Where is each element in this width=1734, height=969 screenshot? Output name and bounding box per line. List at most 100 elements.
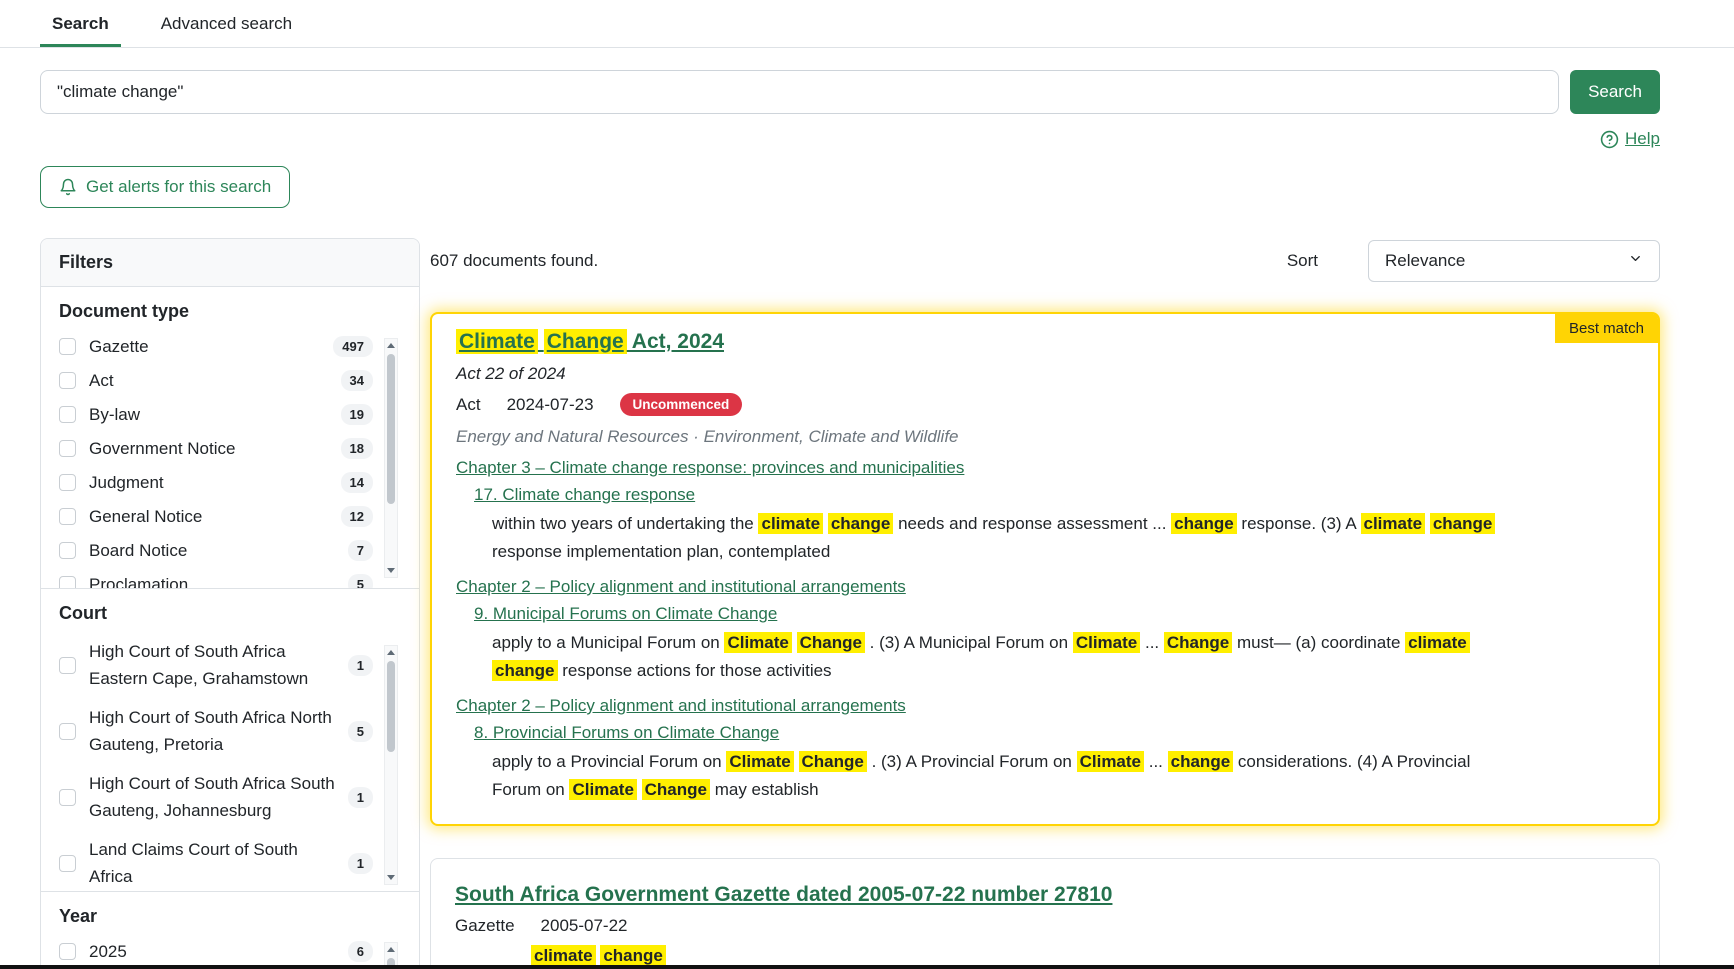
snippet-text: apply to a Municipal Forum on Climate Ch…	[492, 629, 1497, 685]
search-term-highlight: climate	[1405, 632, 1470, 653]
filter-option-board-notice[interactable]: Board Notice 7	[59, 540, 401, 561]
get-alerts-button[interactable]: Get alerts for this search	[40, 166, 290, 208]
search-term-highlight: change	[1430, 513, 1496, 534]
count-badge: 18	[341, 438, 373, 459]
tab-bar: Search Advanced search	[0, 0, 1734, 48]
search-term-highlight: change	[492, 660, 558, 681]
tab-search[interactable]: Search	[52, 14, 109, 34]
scroll-track[interactable]	[385, 659, 397, 871]
scroll-track[interactable]	[385, 352, 397, 564]
checkbox[interactable]	[59, 723, 76, 740]
search-term-highlight: Climate	[1077, 751, 1144, 772]
results-area: 607 documents found. Sort Relevance Best…	[430, 240, 1660, 969]
provision-link[interactable]: 17. Climate change response	[474, 485, 695, 504]
provision-link[interactable]: 9. Municipal Forums on Climate Change	[474, 604, 777, 623]
filter-option-by-law[interactable]: By-law 19	[59, 404, 401, 425]
court-scrollbar[interactable]	[384, 645, 398, 885]
scroll-thumb[interactable]	[387, 661, 395, 752]
filter-option-year-2025[interactable]: 2025 6	[59, 941, 401, 962]
scroll-down-icon[interactable]	[385, 871, 397, 884]
sort-label: Sort	[1287, 251, 1318, 271]
search-term-highlight: climate	[1361, 513, 1426, 534]
checkbox[interactable]	[59, 542, 76, 559]
document-type-scrollbar[interactable]	[384, 338, 398, 578]
count-badge: 12	[341, 506, 373, 527]
count-badge: 5	[348, 721, 373, 742]
checkbox[interactable]	[59, 657, 76, 674]
result-card-gazette-27810: South Africa Government Gazette dated 20…	[430, 858, 1660, 969]
checkbox[interactable]	[59, 943, 76, 960]
result-section: Chapter 2 – Policy alignment and institu…	[456, 577, 1634, 685]
search-term-highlight: Change	[642, 779, 710, 800]
search-term-highlight: Change	[1164, 632, 1232, 653]
search-term-highlight: Change	[544, 329, 627, 354]
count-badge: 1	[348, 853, 373, 874]
search-term-highlight: Climate	[726, 751, 793, 772]
scroll-down-icon[interactable]	[385, 564, 397, 577]
result-title-link[interactable]: South Africa Government Gazette dated 20…	[455, 883, 1112, 906]
search-term-highlight: climate	[531, 945, 596, 966]
checkbox[interactable]	[59, 855, 76, 872]
chapter-link[interactable]: Chapter 2 – Policy alignment and institu…	[456, 577, 906, 596]
result-title: Climate Change Act, 2024	[456, 330, 1634, 354]
filter-option-government-notice[interactable]: Government Notice 18	[59, 438, 401, 459]
year-heading: Year	[59, 906, 401, 927]
checkbox[interactable]	[59, 474, 76, 491]
chapter-link[interactable]: Chapter 2 – Policy alignment and institu…	[456, 696, 906, 715]
count-badge: 1	[348, 787, 373, 808]
count-badge: 5	[348, 574, 373, 589]
sort-select[interactable]: Relevance	[1368, 240, 1660, 282]
filter-option-court-grahamstown[interactable]: High Court of South Africa Eastern Cape,…	[59, 638, 401, 692]
chapter-link[interactable]: Chapter 3 – Climate change response: pro…	[456, 458, 964, 477]
search-term-highlight: Climate	[569, 779, 636, 800]
search-term-highlight: Climate	[456, 329, 538, 354]
search-button[interactable]: Search	[1570, 70, 1660, 114]
filter-option-proclamation[interactable]: Proclamation 5	[59, 574, 401, 589]
count-badge: 19	[341, 404, 373, 425]
best-match-badge: Best match	[1555, 314, 1658, 343]
filter-option-court-land-claims[interactable]: Land Claims Court of South Africa 1	[59, 836, 401, 890]
filter-option-judgment[interactable]: Judgment 14	[59, 472, 401, 493]
tab-advanced-search[interactable]: Advanced search	[161, 14, 292, 34]
search-term-highlight: change	[828, 513, 894, 534]
checkbox[interactable]	[59, 372, 76, 389]
window-bottom-edge	[0, 965, 1734, 969]
scroll-up-icon[interactable]	[385, 943, 397, 956]
court-heading: Court	[59, 603, 401, 624]
results-summary: 607 documents found.	[430, 251, 598, 271]
doc-type: Gazette	[455, 916, 515, 936]
result-subtitle: Act 22 of 2024	[456, 364, 1634, 384]
search-term-highlight: Change	[797, 632, 865, 653]
checkbox[interactable]	[59, 508, 76, 525]
filter-option-general-notice[interactable]: General Notice 12	[59, 506, 401, 527]
provision-link[interactable]: 8. Provincial Forums on Climate Change	[474, 723, 779, 742]
search-input[interactable]	[40, 70, 1559, 114]
result-title-link[interactable]: Climate Change Act, 2024	[456, 329, 724, 354]
search-term-highlight: change	[1171, 513, 1237, 534]
filter-option-gazette[interactable]: Gazette 497	[59, 336, 401, 357]
search-results-page: Search Advanced search Search Help Get a…	[0, 0, 1734, 969]
count-badge: 14	[341, 472, 373, 493]
scroll-up-icon[interactable]	[385, 646, 397, 659]
checkbox[interactable]	[59, 789, 76, 806]
checkbox[interactable]	[59, 406, 76, 423]
filters-panel: Filters Document type Gazette 497 Act 34…	[40, 238, 420, 969]
search-term-highlight: Change	[799, 751, 867, 772]
checkbox[interactable]	[59, 576, 76, 589]
search-term-highlight: change	[600, 945, 666, 966]
checkbox[interactable]	[59, 338, 76, 355]
filter-option-act[interactable]: Act 34	[59, 370, 401, 391]
filter-option-court-pretoria[interactable]: High Court of South Africa North Gauteng…	[59, 704, 401, 758]
get-alerts-label: Get alerts for this search	[86, 177, 271, 197]
snippet-text: apply to a Provincial Forum on Climate C…	[492, 748, 1497, 804]
filter-option-court-johannesburg[interactable]: High Court of South Africa South Gauteng…	[59, 770, 401, 824]
scroll-up-icon[interactable]	[385, 339, 397, 352]
results-header: 607 documents found. Sort Relevance	[430, 240, 1660, 282]
search-term-highlight: climate	[758, 513, 823, 534]
sort-selected-value: Relevance	[1385, 251, 1465, 271]
result-meta: Gazette 2005-07-22	[455, 916, 1635, 936]
help-link[interactable]: Help	[1625, 129, 1660, 149]
scroll-thumb[interactable]	[387, 354, 395, 504]
count-badge: 497	[333, 336, 373, 357]
checkbox[interactable]	[59, 440, 76, 457]
